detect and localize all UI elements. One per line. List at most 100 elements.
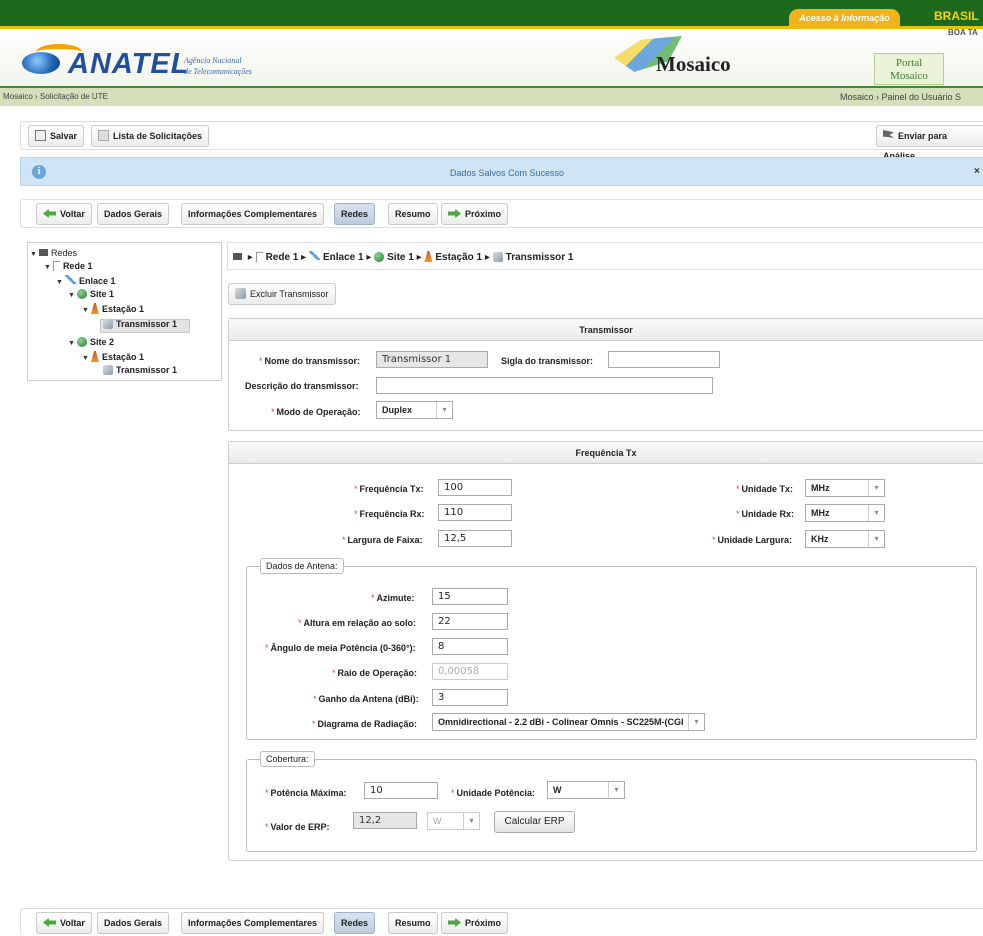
angulo-label: * Ângulo de meia Potência (0-360°):	[265, 643, 416, 653]
unid-tx-select[interactable]: MHz ▾	[805, 479, 885, 497]
tree-node-estacao-2[interactable]: ▼ Estação 1	[82, 351, 144, 362]
diagrama-select[interactable]: Omnidirectional - 2.2 dBi - Colinear Omn…	[432, 713, 705, 731]
next-button[interactable]: Próximo	[441, 203, 509, 225]
tab-informacoes-complementares[interactable]: Informações Complementares	[181, 203, 325, 225]
tree-label: Rede 1	[62, 261, 93, 271]
save-button[interactable]: Salvar	[28, 125, 85, 147]
azimute-label: * Azimute:	[371, 593, 415, 603]
globe-icon	[374, 252, 385, 262]
unid-largura-select[interactable]: KHz ▾	[805, 530, 885, 548]
angulo-input[interactable]: 8	[432, 638, 508, 655]
chevron-down-icon: ▾	[436, 402, 452, 418]
erp-unit-select[interactable]: W ▾	[427, 812, 480, 830]
user-panel-breadcrumb[interactable]: Mosaico › Painel do Usuário S	[840, 88, 961, 106]
delete-transmitter-button[interactable]: Excluir Transmissor	[228, 283, 336, 305]
transmitter-icon	[235, 288, 246, 299]
altura-input[interactable]: 22	[432, 613, 508, 630]
tab-redes-bottom[interactable]: Redes	[334, 912, 376, 934]
tree-node-redes[interactable]: ▼ Redes	[30, 248, 77, 258]
raio-input[interactable]: 0,00058	[432, 663, 508, 680]
info-icon: i	[32, 165, 46, 179]
name-input[interactable]: Transmissor 1	[376, 351, 488, 368]
chevron-down-icon: ▾	[868, 531, 884, 547]
tree-node-transmissor-1[interactable]: Transmissor 1	[103, 319, 177, 329]
success-message-text: Dados Salvos Com Sucesso	[450, 168, 565, 178]
next-button-bottom[interactable]: Próximo	[441, 912, 509, 934]
expand-icon[interactable]: ▼	[68, 340, 75, 347]
chevron-down-icon: ▾	[688, 714, 704, 730]
path-enlace[interactable]: Enlace 1	[323, 252, 364, 263]
antena-legend: Dados de Antena:	[260, 558, 344, 574]
anatel-logo-globe-icon	[22, 52, 60, 74]
calculate-erp-button[interactable]: Calcular ERP	[494, 811, 575, 833]
potencia-input[interactable]: 10	[364, 782, 438, 799]
globe-icon	[76, 289, 87, 299]
freq-rx-label: * Frequência Rx:	[354, 509, 425, 519]
ganho-label: * Ganho da Antena (dBi):	[313, 694, 419, 704]
arrow-right-icon	[448, 918, 461, 927]
description-input[interactable]	[376, 377, 713, 394]
app-title: Mosaico	[656, 52, 731, 76]
tree-node-transmissor-2[interactable]: Transmissor 1	[103, 365, 177, 375]
portal-mosaico-button[interactable]: Portal Mosaico	[874, 53, 944, 85]
unid-rx-select[interactable]: MHz ▾	[805, 504, 885, 522]
back-label: Voltar	[60, 209, 85, 219]
diagrama-label: * Diagrama de Radiação:	[312, 719, 418, 729]
ganho-input[interactable]: 3	[432, 689, 508, 706]
save-icon	[35, 130, 46, 141]
expand-icon[interactable]: ▼	[44, 264, 51, 271]
globe-icon	[76, 337, 87, 347]
folder-icon	[38, 249, 48, 256]
breadcrumb-bar	[0, 88, 983, 106]
path-transmissor[interactable]: Transmissor 1	[506, 252, 574, 263]
close-icon[interactable]: ×	[974, 166, 980, 177]
modo-select[interactable]: Duplex ▾	[376, 401, 453, 419]
frequencia-title: Frequência Tx	[229, 442, 983, 464]
tab-dados-gerais[interactable]: Dados Gerais	[97, 203, 170, 225]
unid-tx-label: * Unidade Tx:	[736, 484, 794, 494]
brasil-link[interactable]: BRASIL	[934, 9, 979, 23]
element-path: ▸ Rede 1 ▸ Enlace 1 ▸ Site 1 ▸ Estação 1…	[233, 251, 573, 263]
tab-dados-gerais-bottom[interactable]: Dados Gerais	[97, 912, 170, 934]
path-estacao[interactable]: Estação 1	[435, 252, 482, 263]
unid-largura-label: * Unidade Largura:	[712, 535, 793, 545]
tree-label: Enlace 1	[78, 276, 116, 286]
portal-line-1: Portal	[895, 57, 923, 69]
list-requests-button[interactable]: Lista de Solicitações	[91, 125, 210, 147]
tab-resumo-bottom[interactable]: Resumo	[388, 912, 438, 934]
freq-rx-input[interactable]: 110	[438, 504, 512, 521]
tree-node-site-1[interactable]: ▼ Site 1	[68, 289, 114, 299]
tab-redes[interactable]: Redes	[334, 203, 376, 225]
raio-label: * Raio de Operação:	[332, 668, 418, 678]
tab-informacoes-complementares-bottom[interactable]: Informações Complementares	[181, 912, 325, 934]
chevron-down-icon: ▾	[868, 480, 884, 496]
freq-tx-input[interactable]: 100	[438, 479, 512, 496]
altura-label: * Altura em relação ao solo:	[298, 618, 417, 628]
expand-icon[interactable]: ▼	[56, 279, 63, 286]
path-rede[interactable]: Rede 1	[266, 252, 299, 263]
save-label: Salvar	[50, 131, 78, 141]
azimute-input[interactable]: 15	[432, 588, 508, 605]
tab-resumo[interactable]: Resumo	[388, 203, 438, 225]
largura-input[interactable]: 12,5	[438, 530, 512, 547]
expand-icon[interactable]: ▼	[82, 307, 89, 314]
tree-node-enlace[interactable]: ▼ Enlace 1	[56, 275, 115, 286]
expand-icon[interactable]: ▼	[82, 355, 89, 362]
anatel-logo-text: ANATEL	[68, 48, 190, 80]
tree-node-rede[interactable]: ▼ Rede 1	[44, 261, 92, 271]
back-button[interactable]: Voltar	[36, 203, 92, 225]
breadcrumb[interactable]: Mosaico › Solicitação de UTE	[3, 88, 108, 106]
tree-node-estacao-1[interactable]: ▼ Estação 1	[82, 303, 144, 314]
portal-line-2: Mosaico	[890, 70, 928, 82]
sigla-input[interactable]	[608, 351, 720, 368]
tree-node-site-2[interactable]: ▼ Site 2	[68, 337, 114, 347]
expand-icon[interactable]: ▼	[68, 292, 75, 299]
path-site[interactable]: Site 1	[387, 252, 414, 263]
unid-potencia-select[interactable]: W ▾	[547, 781, 625, 799]
send-for-analysis-button[interactable]: Enviar para Análise	[876, 125, 983, 161]
expand-icon[interactable]: ▼	[30, 251, 37, 258]
erp-input[interactable]: 12,2	[353, 812, 417, 829]
greeting-text: BOA TA	[948, 28, 978, 37]
acesso-informacao-link[interactable]: Acesso à Informação	[789, 9, 900, 28]
back-button-bottom[interactable]: Voltar	[36, 912, 92, 934]
